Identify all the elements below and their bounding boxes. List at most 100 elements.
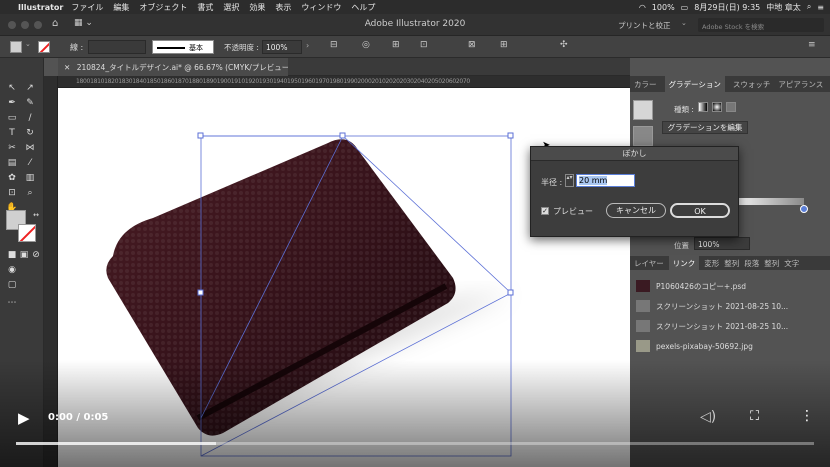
color-mode-icon[interactable]: ■ [6,250,18,260]
type-tool-icon[interactable]: T [6,128,18,138]
search-icon[interactable]: ⌕ [807,2,811,12]
tab-align-2[interactable]: 整列 [764,258,779,269]
stroke-preview-swatch[interactable] [633,126,653,146]
list-item[interactable]: スクリーンショット 2021-08-25 10... [630,296,830,316]
menu-object[interactable]: オブジェクト [139,2,187,13]
gradient-slider[interactable] [738,198,804,205]
none-mode-icon[interactable]: ⊘ [30,250,42,260]
tab-layers[interactable]: レイヤー [634,258,664,269]
artboard-tool-icon[interactable]: ⊡ [6,188,18,198]
symbol-tool-icon[interactable]: ✿ [6,173,18,183]
recolor-icon[interactable]: ◎ [362,40,370,50]
preview-checkbox[interactable]: ✓ [541,207,549,215]
menu-user[interactable]: 中地 章太 [766,2,801,13]
radius-input[interactable]: 20 mm [576,174,635,187]
screen-mode-icon[interactable]: ▢ [6,280,18,290]
stroke-style-dropdown[interactable]: 基本 [152,40,214,54]
zoom-tool-icon[interactable]: ⌕ [24,188,36,198]
opacity-field[interactable]: 100% [262,40,302,54]
notification-icon[interactable]: ≡ [817,3,824,12]
swap-colors-icon[interactable]: ↔ [30,210,42,220]
anchor-handle[interactable] [339,132,346,139]
cancel-button[interactable]: キャンセル [606,203,666,218]
radial-gradient-icon[interactable] [712,102,722,112]
anchor-handle[interactable] [507,289,514,296]
scissors-tool-icon[interactable]: ✂ [6,143,18,153]
eyedropper-tool-icon[interactable]: ⁄ [24,158,36,168]
direct-selection-tool-icon[interactable]: ↗ [24,83,36,93]
gradient-mode-icon[interactable]: ▣ [18,250,30,260]
align-icon[interactable]: ⊟ [330,40,338,50]
wifi-icon[interactable]: ◠ [639,3,646,12]
anchor-handle[interactable] [507,132,514,139]
menu-view[interactable]: 表示 [275,2,291,13]
stock-search-field[interactable]: Adobe Stock を検索 [698,18,824,32]
chevron-right-icon[interactable]: › [306,41,309,50]
ok-button[interactable]: OK [670,203,730,218]
menu-effect[interactable]: 効果 [249,2,265,13]
video-progress-track[interactable] [16,442,814,445]
gradient-preview-swatch[interactable] [633,100,653,120]
fill-swatch[interactable] [10,41,22,53]
gradient-tool-icon[interactable]: ▤ [6,158,18,168]
menu-help[interactable]: ヘルプ [351,2,375,13]
tab-align[interactable]: 整列 [724,258,739,269]
list-item[interactable]: スクリーンショット 2021-08-25 10... [630,316,830,336]
chevron-down-icon[interactable]: ⌄ [25,40,31,48]
menu-window[interactable]: ウィンドウ [301,2,341,13]
tab-swatches[interactable]: スウォッチ [733,79,771,90]
document-tab[interactable]: ✕ 210824_タイトルデザイン.ai* @ 66.67% (CMYK/プレビ… [58,58,288,76]
tab-color[interactable]: カラー [634,79,657,90]
rotate-tool-icon[interactable]: ↻ [24,128,36,138]
width-tool-icon[interactable]: ⋈ [24,143,36,153]
more-tools-icon[interactable]: ⋯ [6,298,18,308]
isolate-icon[interactable]: ⊡ [420,40,428,50]
arrange-icon[interactable]: ⊞ [500,40,508,50]
menu-edit[interactable]: 編集 [113,2,129,13]
brush-tool-icon[interactable]: ∕ [24,113,36,123]
stroke-weight-field[interactable] [88,40,146,54]
gradient-stop-handle[interactable] [800,205,808,213]
tab-character[interactable]: 文字 [784,258,799,269]
stroke-color-box[interactable] [18,224,36,242]
tab-appearance[interactable]: アピアランス [778,79,823,90]
menu-app-name[interactable]: Illustrator [18,3,63,12]
print-proof-dropdown[interactable]: プリントと校正 [618,20,671,31]
list-item[interactable]: P1060426のコピー+.psd [630,276,830,296]
tab-transform[interactable]: 変形 [704,258,719,269]
menu-select[interactable]: 選択 [223,2,239,13]
fullscreen-icon[interactable]: ⛶ [750,409,759,424]
rectangle-tool-icon[interactable]: ▭ [6,113,18,123]
edit-gradient-button[interactable]: グラデーションを編集 [662,121,748,134]
shape-builder-icon[interactable]: ✣ [560,40,568,50]
linear-gradient-icon[interactable] [698,102,708,112]
freeform-gradient-icon[interactable] [726,102,736,112]
close-tab-icon[interactable]: ✕ [64,63,70,72]
selection-tool-icon[interactable]: ↖ [6,83,18,93]
anchor-handle[interactable] [197,289,204,296]
list-item[interactable]: pexels-pixabay-50692.jpg [630,336,830,356]
more-options-icon[interactable]: ⋮ [800,408,814,424]
battery-icon[interactable]: ▭ [681,3,689,12]
tab-gradient[interactable]: グラデーション [664,75,725,93]
play-icon[interactable]: ▶ [18,409,30,427]
radius-stepper[interactable]: ▴▾ [565,174,574,187]
draw-mode-icon[interactable]: ◉ [6,265,18,275]
volume-icon[interactable]: ◁) [700,409,716,425]
distribute-icon[interactable]: ⊠ [468,40,476,50]
link-name: P1060426のコピー+.psd [656,281,747,291]
tab-links[interactable]: リンク [668,254,700,272]
menu-clock[interactable]: 8月29日(日) 9:35 [694,2,760,13]
panel-menu-icon[interactable]: ≡ [808,40,816,50]
pen-tool-icon[interactable]: ✒ [6,98,18,108]
stroke-swatch[interactable] [38,41,50,53]
anchor-handle[interactable] [197,132,204,139]
curvature-tool-icon[interactable]: ✎ [24,98,36,108]
position-field[interactable]: 100% [694,237,750,250]
tab-paragraph[interactable]: 段落 [744,258,759,269]
opacity-value: 100% [266,43,288,52]
transform-icon[interactable]: ⊞ [392,40,400,50]
graph-tool-icon[interactable]: ▥ [24,173,36,183]
menu-type[interactable]: 書式 [197,2,213,13]
menu-file[interactable]: ファイル [71,2,103,13]
